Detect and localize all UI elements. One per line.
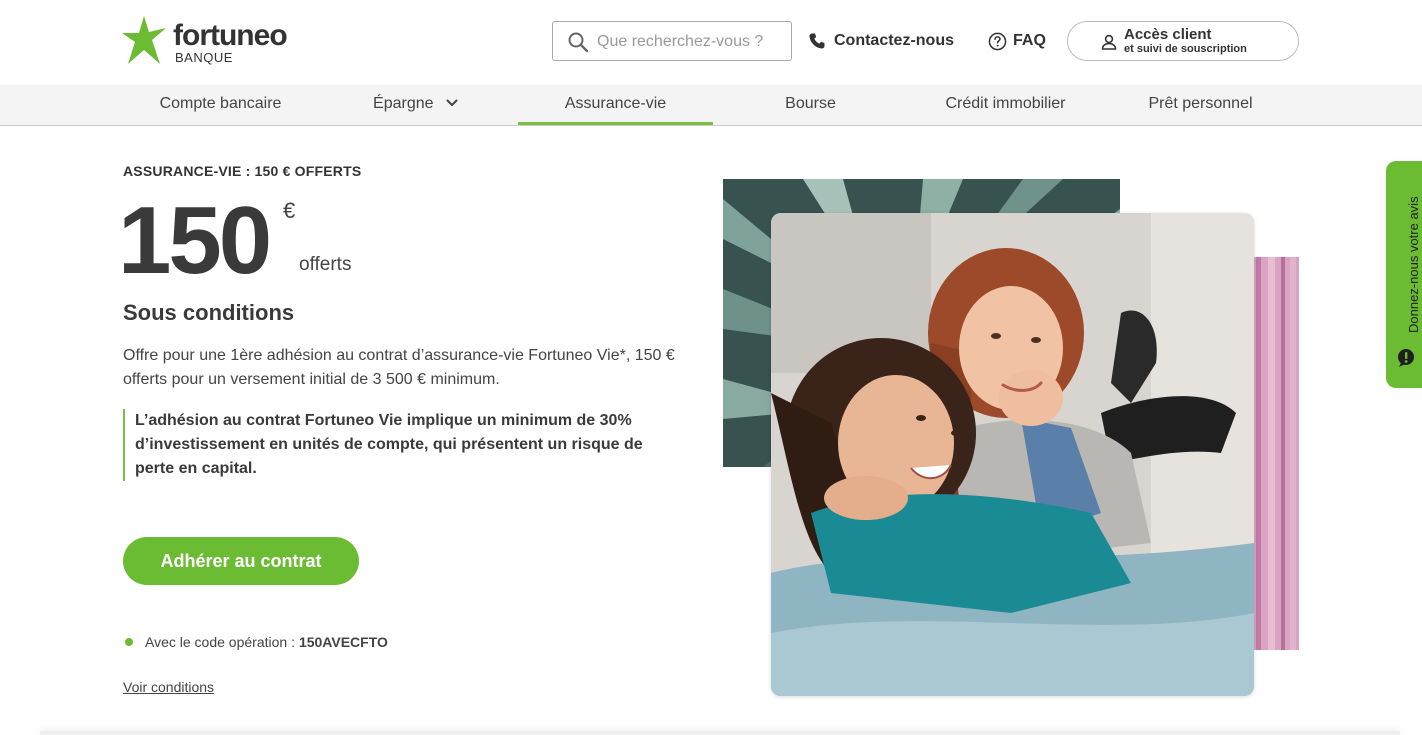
client-access-button[interactable]: Accès client et suivi de souscription [1067, 21, 1299, 61]
search-input[interactable] [597, 30, 787, 54]
site-header: fortuneo BANQUE Contactez-nous FAQ Accès… [0, 0, 1422, 85]
mother-daughter-image [771, 213, 1254, 696]
nav-item-bourse[interactable]: Bourse [713, 85, 908, 125]
nav-item-label: Bourse [785, 95, 836, 112]
help-circle-icon [988, 32, 1007, 50]
nav-item-assurance-vie[interactable]: Assurance-vie [518, 85, 713, 125]
search-icon [568, 32, 589, 53]
faq-label: FAQ [1013, 32, 1046, 49]
promo-code-value: 150AVECFTO [298, 634, 388, 650]
risk-warning: L’adhésion au contrat Fortuneo Vie impli… [123, 409, 663, 481]
nav-item-label: Crédit immobilier [945, 95, 1066, 112]
offer-description: Offre pour une 1ère adhésion au contrat … [123, 347, 675, 388]
hero-photo-mother-daughter [771, 213, 1254, 696]
see-conditions-link[interactable]: Voir conditions [123, 679, 214, 695]
nav-item-label: Assurance-vie [564, 95, 667, 112]
pink-curtain-image [1250, 257, 1299, 650]
nav-item-compte-bancaire[interactable]: Compte bancaire [123, 85, 318, 125]
offer-amount: 150 [118, 187, 272, 294]
bottom-panel-edge [40, 731, 1400, 735]
feedback-label: Donnez-nous votre avis [1406, 196, 1421, 333]
logo-wordmark: fortuneo [173, 19, 288, 52]
nav-item-label: Compte bancaire [159, 95, 282, 112]
chevron-down-icon [446, 99, 458, 106]
conditions-heading: Sous conditions [123, 300, 295, 325]
user-icon [1101, 34, 1117, 50]
client-access-sublabel: et suivi de souscription [1124, 43, 1247, 55]
fortuneo-logo[interactable]: fortuneo BANQUE [122, 16, 292, 68]
feedback-tab[interactable]: Donnez-nous votre avis [1386, 161, 1422, 388]
offer-offerts-label: offerts [299, 254, 352, 275]
hero-curtain-background [1250, 257, 1299, 650]
promo-code-prefix: Avec le code opération : [145, 634, 295, 650]
adhere-contract-button[interactable]: Adhérer au contrat [123, 537, 359, 585]
nav-item-pret-personnel[interactable]: Prêt personnel [1103, 85, 1298, 125]
logo-subtitle: BANQUE [175, 50, 233, 65]
faq-link[interactable]: FAQ [988, 30, 1046, 52]
main-nav: Compte bancaire Épargne Assurance-vie Bo… [0, 85, 1422, 126]
nav-item-label: Épargne [373, 95, 434, 112]
feedback-bubble-icon [1398, 349, 1414, 367]
contact-link[interactable]: Contactez-nous [808, 30, 954, 52]
nav-item-credit-immobilier[interactable]: Crédit immobilier [908, 85, 1103, 125]
star-logo-icon [122, 16, 166, 64]
nav-item-label: Prêt personnel [1148, 95, 1253, 112]
nav-item-epargne[interactable]: Épargne [318, 85, 513, 125]
promo-code-line: Avec le code opération : 150AVECFTO [123, 634, 388, 650]
offer-currency: € [283, 198, 296, 223]
phone-icon [809, 33, 825, 49]
offer-eyebrow: ASSURANCE-VIE : 150 € OFFERTS [123, 163, 362, 179]
client-access-label: Accès client [1124, 26, 1212, 43]
search-box[interactable] [552, 21, 792, 61]
contact-label: Contactez-nous [834, 32, 954, 49]
bullet-dot-icon [125, 638, 133, 646]
